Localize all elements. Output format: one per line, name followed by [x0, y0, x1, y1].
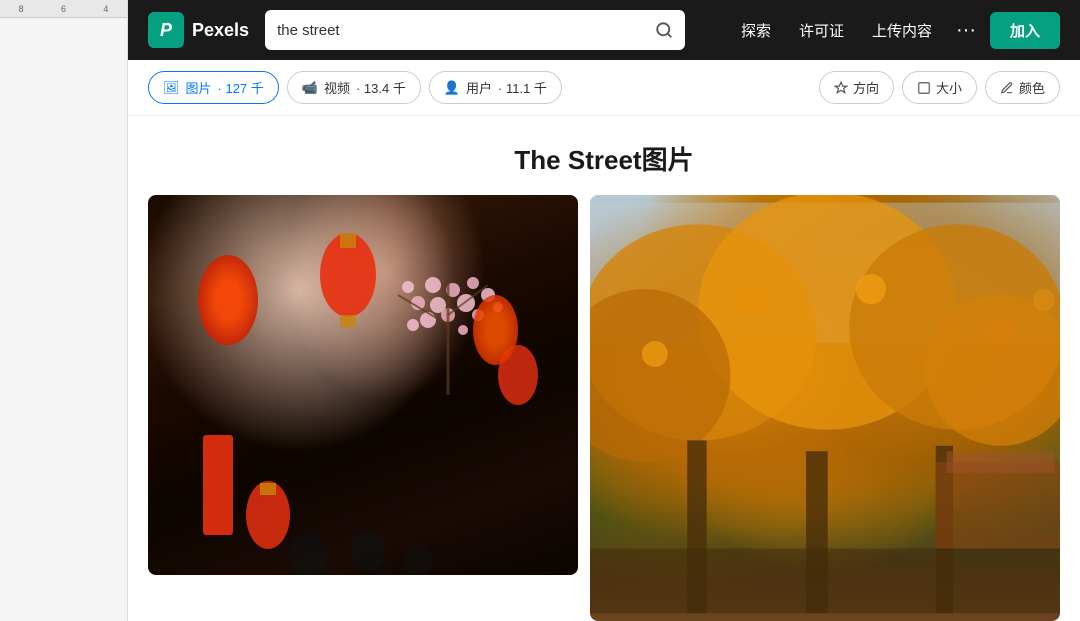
videos-icon: 📹	[302, 80, 318, 96]
nav-upload[interactable]: 上传内容	[862, 14, 942, 47]
tab-videos[interactable]: 📹 视频 · 13.4 千	[287, 71, 421, 104]
page-body: The Street图片	[128, 116, 1080, 621]
tab-users-label: 用户	[466, 78, 492, 97]
direction-label: 方向	[853, 78, 879, 97]
filter-bar: 🖼 图片 · 127 千 📹 视频 · 13.4 千 👤 用户 · 11.1 千…	[128, 60, 1080, 116]
tab-images[interactable]: 🖼 图片 · 127 千	[148, 71, 279, 104]
tab-users-count: · 11.1 千	[498, 78, 547, 97]
navbar: P Pexels 探索 许可证 上传内容 ··· 加入	[128, 0, 1080, 60]
size-label: 大小	[936, 78, 962, 97]
main-content: P Pexels 探索 许可证 上传内容 ··· 加入 🖼 图片 ·	[128, 0, 1080, 621]
nav-license[interactable]: 许可证	[789, 14, 854, 47]
color-icon	[1000, 81, 1014, 95]
size-filter[interactable]: 大小	[902, 71, 977, 104]
photo-japan-street[interactable]	[148, 195, 578, 575]
color-filter[interactable]: 颜色	[985, 71, 1060, 104]
ruler-body	[0, 18, 127, 621]
photo-column-right	[590, 195, 1060, 621]
photo-autumn-trees[interactable]	[590, 195, 1060, 621]
photo-column-left	[148, 195, 578, 621]
search-input[interactable]	[277, 22, 647, 39]
autumn-overlay	[590, 195, 1060, 621]
search-bar[interactable]	[265, 10, 685, 50]
ruler-sidebar: 8 6 4	[0, 0, 128, 621]
nav-more-button[interactable]: ···	[950, 13, 982, 48]
tab-videos-label: 视频	[324, 78, 350, 97]
nav-explore[interactable]: 探索	[731, 14, 781, 47]
images-icon: 🖼	[163, 80, 180, 96]
tab-users[interactable]: 👤 用户 · 11.1 千	[429, 71, 562, 104]
join-button[interactable]: 加入	[990, 12, 1060, 49]
tab-images-count: · 127 千	[218, 78, 264, 97]
search-button[interactable]	[655, 21, 673, 39]
users-icon: 👤	[444, 80, 460, 96]
photo-grid	[128, 195, 1080, 621]
nav-links: 探索 许可证 上传内容 ··· 加入	[731, 12, 1060, 49]
pexels-logo-icon: P	[148, 12, 184, 48]
ruler-marks: 8 6 4	[0, 0, 127, 18]
logo-area[interactable]: P Pexels	[148, 12, 249, 48]
direction-filter[interactable]: 方向	[819, 71, 894, 104]
pexels-logo-text: Pexels	[192, 20, 249, 41]
direction-icon	[834, 81, 848, 95]
page-title: The Street图片	[128, 116, 1080, 195]
size-icon	[917, 81, 931, 95]
tab-videos-count: · 13.4 千	[356, 78, 406, 97]
tab-images-label: 图片	[186, 78, 212, 97]
color-label: 颜色	[1019, 78, 1045, 97]
blossom-overlay	[148, 195, 578, 575]
